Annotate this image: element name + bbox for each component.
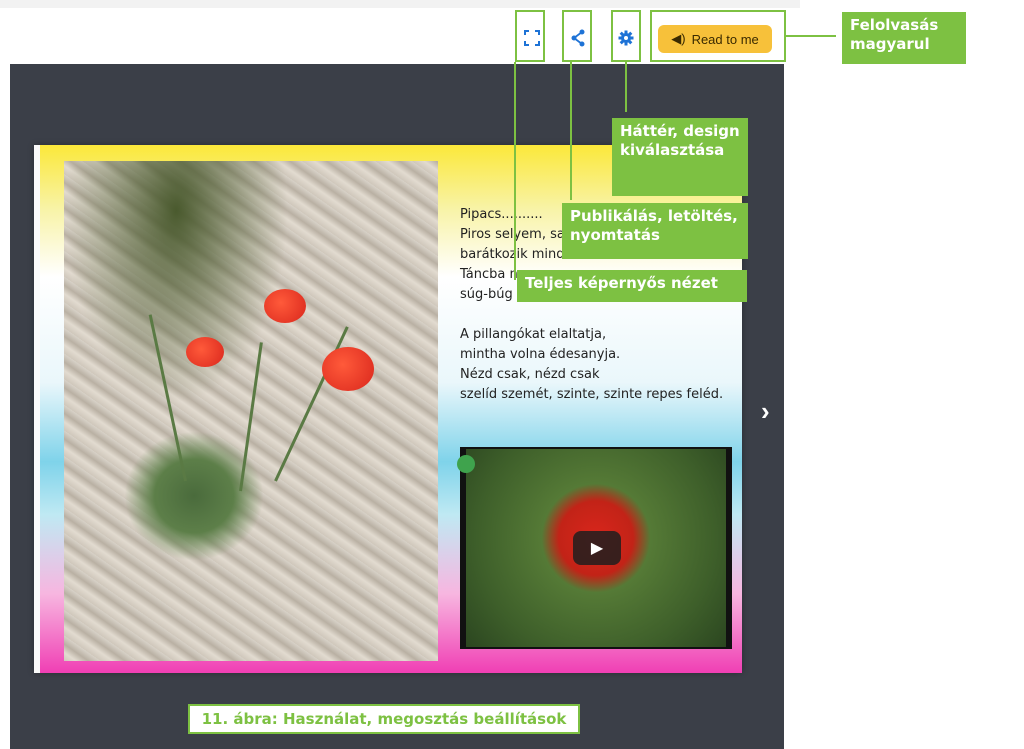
video-marker-dot [457, 455, 475, 473]
plant-bush [124, 431, 264, 561]
poem-line: mintha volna édesanyja. [460, 347, 621, 362]
poppy-photo [64, 161, 438, 661]
settings-button[interactable] [614, 20, 638, 56]
poem-line: szelíd szemét, szinte, szinte repes felé… [460, 387, 724, 402]
speaker-icon: ◀) [671, 31, 686, 46]
play-icon: ▶ [590, 540, 604, 557]
annotation-read-aloud: Felolvasás magyarul [842, 12, 966, 64]
poppy-flower [322, 347, 374, 391]
connector-settings [625, 62, 627, 112]
annotation-publish: Publikálás, letöltés, nyomtatás [562, 203, 748, 259]
connector-share [570, 62, 572, 200]
poem-line: A pillangókat elaltatja, [460, 327, 607, 342]
read-to-me-button[interactable]: ◀) Read to me [658, 25, 772, 53]
share-button[interactable] [566, 20, 590, 56]
fullscreen-icon [524, 30, 540, 46]
connector-read [786, 35, 836, 37]
video-thumbnail: ▶ [466, 449, 726, 647]
connector-fullscreen [514, 62, 516, 280]
annotation-background: Háttér, design kiválasztása [612, 118, 748, 196]
annotation-fullscreen: Teljes képernyős nézet [517, 270, 747, 302]
browser-top-strip [0, 0, 800, 8]
play-button[interactable]: ▶ [573, 531, 621, 565]
read-to-me-label: Read to me [691, 31, 759, 47]
gear-icon [618, 30, 634, 46]
poppy-flower [264, 289, 306, 323]
fullscreen-button[interactable] [520, 20, 544, 56]
poem-line: Nézd csak, nézd csak [460, 367, 600, 382]
next-page-arrow[interactable]: › [761, 396, 770, 427]
poppy-flower [186, 337, 224, 367]
share-icon [571, 29, 585, 47]
video-player[interactable]: ▶ [457, 447, 732, 649]
figure-caption: 11. ábra: Használat, megosztás beállítás… [188, 704, 580, 734]
